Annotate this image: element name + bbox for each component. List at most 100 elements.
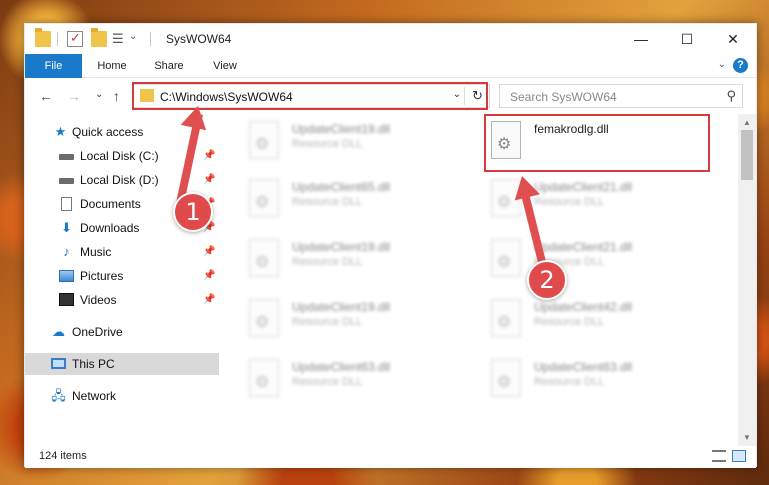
- pin-icon: 📌: [203, 150, 216, 161]
- file-name: UpdateClient19.dll: [292, 240, 391, 254]
- customize-toolbar-icon[interactable]: ☰: [112, 31, 128, 47]
- details-view-icon[interactable]: [712, 450, 726, 462]
- file-name: UpdateClient63.dll: [534, 360, 633, 374]
- ribbon-tabs: File Home Share View ⌄ ?: [25, 54, 756, 78]
- file-name: UpdateClient21.dll: [534, 240, 633, 254]
- new-folder-icon[interactable]: [91, 28, 107, 47]
- up-button[interactable]: ↑: [113, 88, 120, 104]
- sidebar-item-network[interactable]: 🖧 Network: [25, 385, 219, 407]
- sidebar-item-label: Quick access: [72, 125, 144, 139]
- divider: [57, 32, 58, 46]
- status-bar: 124 items: [25, 446, 756, 468]
- sidebar-item-videos[interactable]: Videos 📌: [25, 289, 219, 311]
- dll-file-icon: [249, 299, 279, 337]
- item-count: 124 items: [39, 450, 87, 462]
- file-item[interactable]: UpdateClient63.dll Resource DLL: [486, 354, 706, 404]
- sidebar-item-label: OneDrive: [72, 325, 123, 339]
- file-type: Resource DLL: [292, 316, 363, 328]
- file-type: Resource DLL: [534, 316, 605, 328]
- scroll-up-icon[interactable]: ▲: [743, 118, 751, 127]
- scroll-down-icon[interactable]: ▼: [743, 433, 751, 442]
- search-icon[interactable]: ⚲: [726, 88, 736, 104]
- close-button[interactable]: ✕: [710, 24, 756, 54]
- large-icons-view-icon[interactable]: [732, 450, 746, 462]
- file-item[interactable]: UpdateClient19.dll Resource DLL: [244, 294, 464, 344]
- sidebar-item-onedrive[interactable]: ☁ OneDrive: [25, 321, 219, 343]
- pin-icon: 📌: [203, 174, 216, 185]
- sidebar-item-this-pc[interactable]: This PC: [25, 353, 219, 375]
- tab-home[interactable]: Home: [87, 54, 137, 78]
- file-type: Resource DLL: [292, 138, 363, 150]
- forward-button[interactable]: →: [67, 88, 81, 104]
- file-type: Resource DLL: [292, 196, 363, 208]
- music-icon: ♪: [63, 244, 70, 259]
- properties-icon[interactable]: [67, 30, 83, 47]
- scrollbar-thumb[interactable]: [741, 130, 753, 180]
- callout-badge-1: 1: [173, 192, 213, 232]
- expand-ribbon-icon[interactable]: ⌄: [718, 59, 726, 70]
- sidebar-item-label: Documents: [80, 197, 141, 211]
- file-name: UpdateClient42.dll: [534, 300, 633, 314]
- file-item[interactable]: UpdateClient63.dll Resource DLL: [244, 354, 464, 404]
- file-list: UpdateClient19.dll Resource DLL femakrod…: [222, 114, 738, 446]
- address-row: ← → ⌄ ↑ C:\Windows\SysWOW64 ⌄ ↻ Search S…: [25, 79, 756, 113]
- dll-file-icon: [249, 121, 279, 159]
- file-type: Resource DLL: [292, 376, 363, 388]
- file-item[interactable]: UpdateClient21.dll Resource DLL: [486, 234, 706, 284]
- cloud-icon: ☁: [52, 324, 65, 339]
- sidebar-item-label: Local Disk (D:): [80, 173, 159, 187]
- vertical-scrollbar[interactable]: ▲ ▼: [738, 114, 756, 446]
- file-name: UpdateClient65.dll: [292, 180, 391, 194]
- document-icon: [61, 197, 72, 211]
- file-name: UpdateClient19.dll: [292, 300, 391, 314]
- pin-icon: 📌: [203, 294, 216, 305]
- pictures-icon: [59, 270, 74, 282]
- back-button[interactable]: ←: [39, 88, 53, 104]
- file-highlight: [484, 114, 710, 172]
- recent-locations-button[interactable]: ⌄: [95, 89, 103, 100]
- file-type: Resource DLL: [534, 196, 605, 208]
- file-explorer-window: ☰ ⌄ SysWOW64 — ☐ ✕ File Home Share View …: [24, 23, 757, 468]
- file-item[interactable]: UpdateClient65.dll Resource DLL: [244, 174, 464, 224]
- star-icon: ★: [54, 124, 67, 139]
- drive-icon: [59, 178, 74, 184]
- maximize-button[interactable]: ☐: [664, 24, 710, 54]
- file-type: Resource DLL: [534, 376, 605, 388]
- tab-share[interactable]: Share: [143, 54, 195, 78]
- divider: [150, 32, 151, 46]
- network-icon: 🖧: [51, 388, 66, 403]
- file-item[interactable]: UpdateClient19.dll Resource DLL: [244, 116, 464, 166]
- sidebar-item-pictures[interactable]: Pictures 📌: [25, 265, 219, 287]
- file-type: Resource DLL: [292, 256, 363, 268]
- tab-view[interactable]: View: [201, 54, 249, 78]
- drive-icon: [59, 154, 74, 160]
- chevron-down-icon[interactable]: ⌄: [129, 31, 145, 47]
- search-input[interactable]: Search SysWOW64 ⚲: [499, 84, 743, 108]
- minimize-button[interactable]: —: [618, 24, 664, 54]
- file-name: UpdateClient19.dll: [292, 122, 391, 136]
- tab-file[interactable]: File: [25, 54, 82, 78]
- help-icon[interactable]: ?: [733, 58, 748, 73]
- sidebar-item-label: Videos: [80, 293, 117, 307]
- file-item[interactable]: UpdateClient42.dll Resource DLL: [486, 294, 706, 344]
- file-name: UpdateClient21.dll: [534, 180, 633, 194]
- window-title: SysWOW64: [166, 32, 232, 46]
- dll-file-icon: [249, 179, 279, 217]
- sidebar-item-label: Network: [72, 389, 117, 403]
- dll-file-icon: [249, 239, 279, 277]
- sidebar-item-label: Downloads: [80, 221, 140, 235]
- title-bar: ☰ ⌄ SysWOW64 — ☐ ✕: [25, 24, 756, 54]
- search-placeholder: Search SysWOW64: [510, 90, 617, 104]
- sidebar-item-label: Pictures: [80, 269, 124, 283]
- dll-file-icon: [491, 239, 521, 277]
- folder-icon: [35, 28, 51, 47]
- sidebar-item-label: Local Disk (C:): [80, 149, 159, 163]
- file-name: UpdateClient63.dll: [292, 360, 391, 374]
- sidebar-item-label: Music: [80, 245, 112, 259]
- file-item[interactable]: UpdateClient19.dll Resource DLL: [244, 234, 464, 284]
- download-icon: ⬇: [61, 220, 72, 235]
- computer-icon: [51, 358, 66, 369]
- pin-icon: 📌: [203, 270, 216, 281]
- sidebar-item-label: This PC: [72, 357, 115, 371]
- sidebar-item-music[interactable]: ♪ Music 📌: [25, 241, 219, 263]
